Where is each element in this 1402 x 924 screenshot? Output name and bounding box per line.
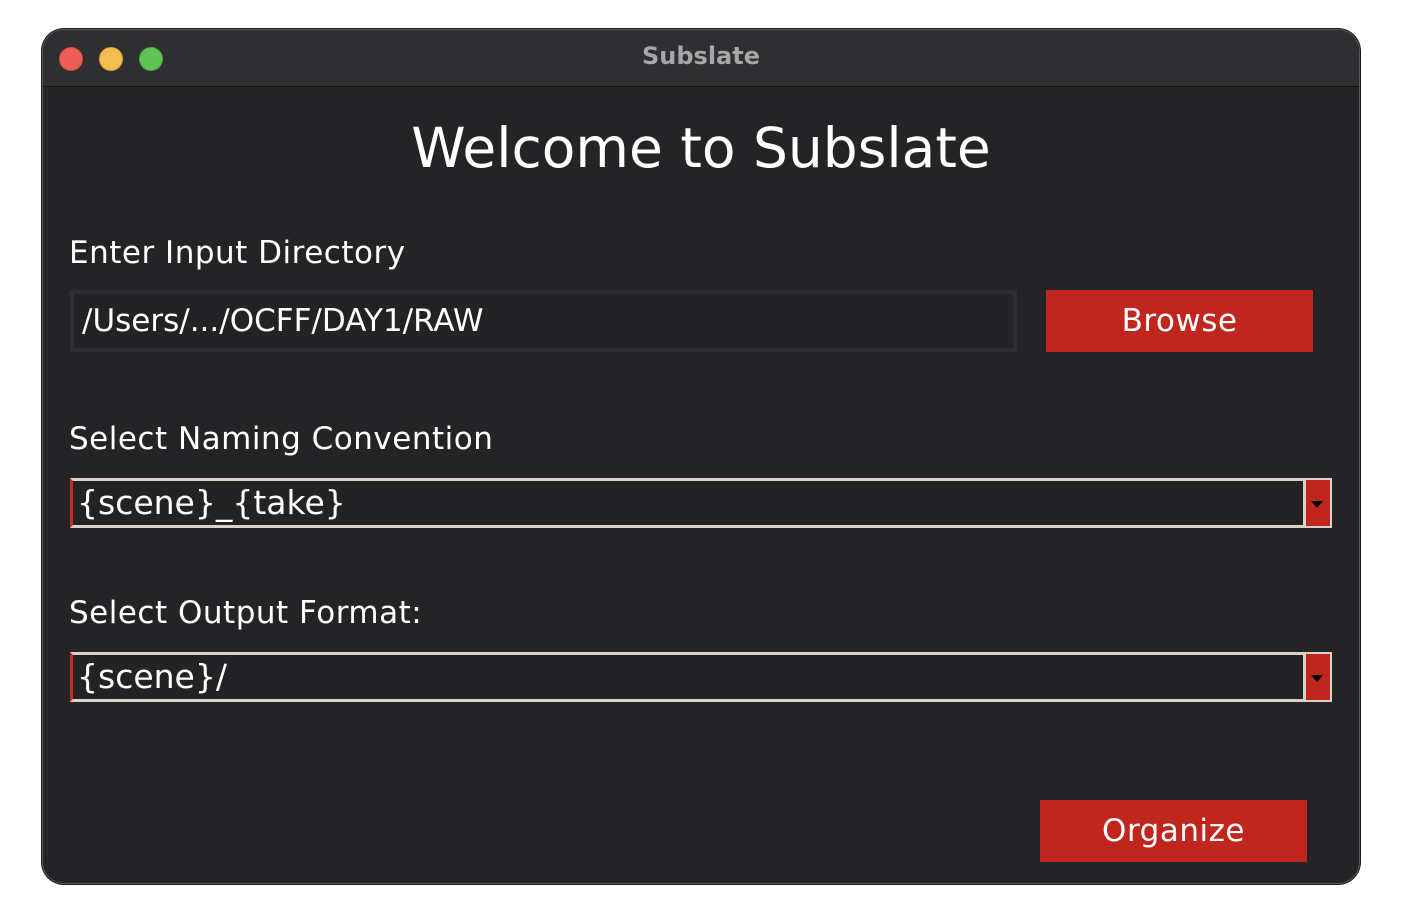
naming-convention-value[interactable]: {scene}_{take}: [70, 478, 1306, 528]
naming-convention-select[interactable]: {scene}_{take}: [70, 478, 1332, 528]
window-title: Subslate: [641, 42, 760, 70]
input-directory-label: Enter Input Directory: [69, 235, 406, 271]
naming-convention-label: Select Naming Convention: [69, 421, 494, 457]
output-format-value[interactable]: {scene}/: [70, 652, 1306, 702]
naming-convention-dropdown-button[interactable]: [1306, 478, 1332, 528]
organize-button[interactable]: Organize: [1040, 800, 1307, 862]
output-format-dropdown-button[interactable]: [1306, 652, 1332, 702]
input-directory-field[interactable]: /Users/.../OCFF/DAY1/RAW: [70, 290, 1017, 352]
app-window: Subslate Welcome to Subslate Enter Input…: [42, 29, 1360, 884]
chevron-down-icon: [1311, 501, 1323, 508]
output-format-label: Select Output Format:: [69, 595, 423, 631]
browse-button[interactable]: Browse: [1046, 290, 1313, 352]
output-format-select[interactable]: {scene}/: [70, 652, 1332, 702]
page-title: Welcome to Subslate: [411, 116, 991, 180]
title-bar[interactable]: Subslate: [43, 30, 1359, 87]
chevron-down-icon: [1311, 675, 1323, 682]
